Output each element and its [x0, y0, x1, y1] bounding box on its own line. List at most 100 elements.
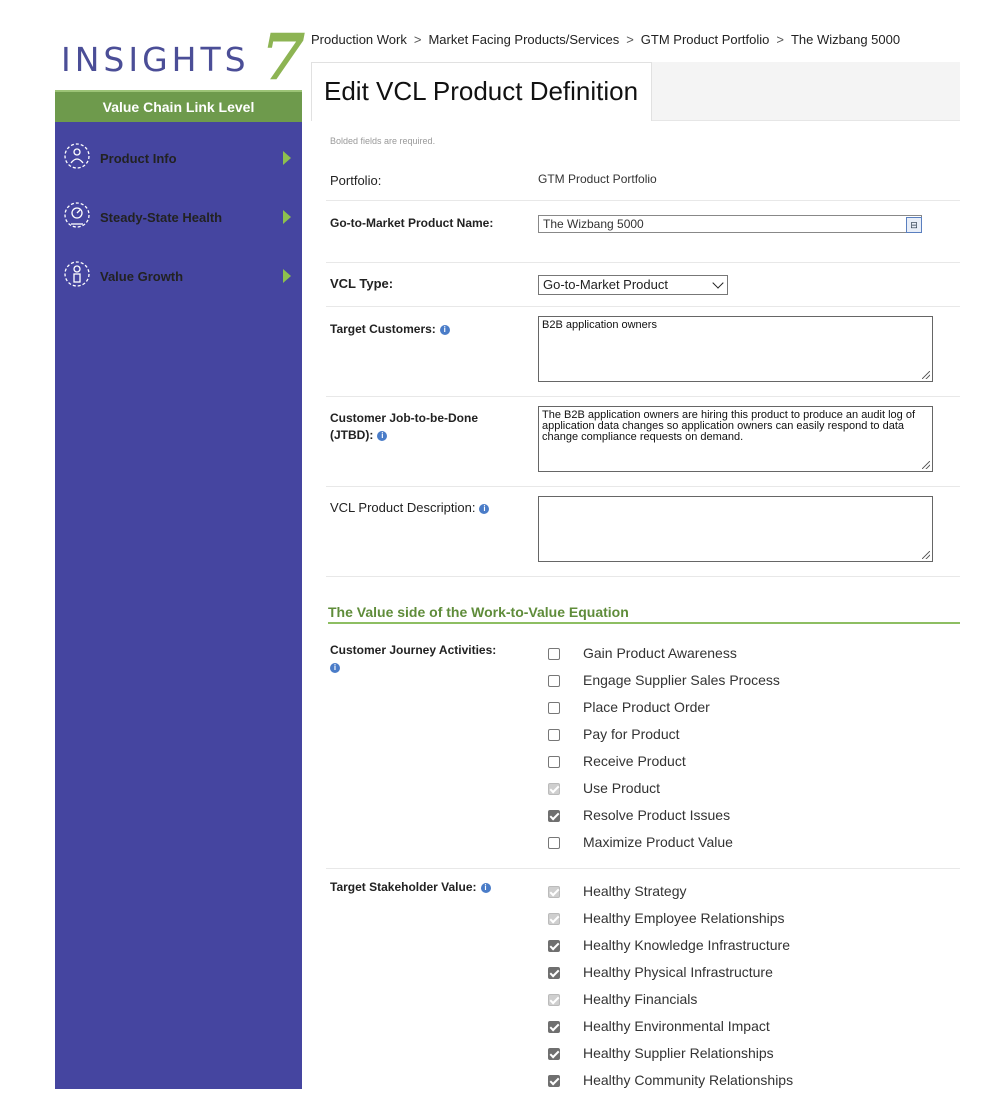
- checkbox[interactable]: [548, 810, 560, 822]
- stakeholder-label-wrap: Target Stakeholder Value: i: [330, 880, 491, 894]
- portfolio-value: GTM Product Portfolio: [538, 172, 657, 186]
- jtbd-label: Customer Job-to-be-Done (JTBD):: [330, 411, 478, 442]
- checkbox[interactable]: [548, 1021, 560, 1033]
- checkbox-label: Healthy Community Relationships: [583, 1072, 794, 1088]
- info-icon[interactable]: i: [377, 430, 388, 441]
- jtbd-label-wrap: Customer Job-to-be-Done (JTBD): i: [330, 410, 510, 444]
- level-label: Value Chain Link Level: [55, 90, 302, 122]
- portfolio-label: Portfolio:: [330, 173, 382, 188]
- gtm-name-label: Go-to-Market Product Name:: [330, 216, 494, 230]
- stakeholder-row: Target Stakeholder Value: i Healthy Strat…: [326, 868, 960, 1098]
- value-section-title: The Value side of the Work-to-Value Equa…: [328, 604, 960, 624]
- target-customers-label: Target Customers:: [330, 322, 436, 336]
- vcl-type-label: VCL Type:: [330, 276, 394, 291]
- resize-grip-icon[interactable]: [922, 551, 930, 559]
- checkbox-label: Healthy Supplier Relationships: [583, 1045, 774, 1061]
- resize-grip-icon[interactable]: [922, 461, 930, 469]
- checkbox[interactable]: [548, 967, 560, 979]
- checkbox[interactable]: [548, 648, 560, 660]
- checkbox-label: Healthy Strategy: [583, 883, 687, 899]
- vcl-type-select[interactable]: Go-to-Market Product: [538, 275, 728, 295]
- target-customers-label-wrap: Target Customers: i: [330, 321, 450, 336]
- tab-edit-definition[interactable]: Edit VCL Product Definition: [311, 62, 652, 121]
- description-textarea[interactable]: [538, 496, 933, 562]
- gear-person-icon: [64, 143, 90, 169]
- checkbox: [548, 913, 560, 925]
- checkbox[interactable]: [548, 675, 560, 687]
- journey-label: Customer Journey Activities:: [330, 643, 497, 657]
- tab-strip: Edit VCL Product Definition: [311, 62, 960, 121]
- breadcrumb-separator: >: [776, 32, 784, 47]
- checkbox-label: Pay for Product: [583, 726, 680, 742]
- chevron-down-icon: [712, 277, 724, 289]
- checkbox-label: Healthy Employee Relationships: [583, 910, 785, 926]
- checkbox-label: Engage Supplier Sales Process: [583, 672, 780, 688]
- required-note: Bolded fields are required.: [330, 136, 436, 146]
- sidebar-item-product-info[interactable]: Product Info: [55, 138, 302, 178]
- resize-grip-icon[interactable]: [922, 371, 930, 379]
- jtbd-row: Customer Job-to-be-Done (JTBD): i The B2B…: [326, 396, 960, 487]
- checkbox[interactable]: [548, 1048, 560, 1060]
- checkbox-label: Gain Product Awareness: [583, 645, 737, 661]
- checkbox-label: Place Product Order: [583, 699, 710, 715]
- info-icon[interactable]: i: [330, 662, 340, 673]
- breadcrumb: Production Work > Market Facing Products/S…: [311, 32, 960, 47]
- breadcrumb-item-market-facing[interactable]: Market Facing Products/Services: [428, 32, 619, 47]
- breadcrumb-item-product[interactable]: The Wizbang 5000: [791, 32, 900, 47]
- sidebar-item-value-growth[interactable]: Value Growth: [55, 256, 302, 296]
- chevron-right-icon: [283, 151, 291, 165]
- growth-person-icon: [64, 261, 90, 287]
- journey-label-wrap: Customer Journey Activities: i: [330, 642, 530, 676]
- description-row: VCL Product Description: i: [326, 486, 960, 577]
- info-icon[interactable]: i: [480, 882, 491, 893]
- checkbox-label: Healthy Knowledge Infrastructure: [583, 937, 790, 953]
- vcl-type-row: VCL Type: Go-to-Market Product: [326, 262, 960, 307]
- checkbox-label: Healthy Physical Infrastructure: [583, 964, 773, 980]
- checkbox[interactable]: [548, 940, 560, 952]
- checkbox-label: Resolve Product Issues: [583, 807, 731, 823]
- logo-text: INSIGHTS: [61, 40, 250, 79]
- sidebar-item-label: Steady-State Health: [100, 210, 223, 225]
- checkbox[interactable]: [548, 756, 560, 768]
- app-logo[interactable]: INSIGHTS 7: [55, 20, 306, 95]
- breadcrumb-item-gtm-portfolio[interactable]: GTM Product Portfolio: [641, 32, 770, 47]
- description-label-wrap: VCL Product Description: i: [330, 500, 490, 515]
- sidebar: INSIGHTS 7 Value Chain Link Level Produc…: [55, 20, 306, 1089]
- checkbox: [548, 783, 560, 795]
- sidebar-nav: Product Info Steady-State Health Value G…: [55, 122, 302, 1089]
- breadcrumb-separator: >: [413, 32, 422, 47]
- portfolio-row: Portfolio: GTM Product Portfolio: [326, 158, 960, 201]
- sidebar-item-steady-state-health[interactable]: Steady-State Health: [55, 197, 302, 237]
- checkbox: [548, 886, 560, 898]
- info-icon[interactable]: i: [479, 503, 490, 514]
- sidebar-item-label: Product Info: [100, 151, 177, 166]
- page-title: Edit VCL Product Definition: [324, 76, 639, 106]
- checkbox[interactable]: [548, 837, 560, 849]
- checkbox-label: Healthy Environmental Impact: [583, 1018, 770, 1034]
- description-label: VCL Product Description:: [330, 500, 476, 515]
- input-action-icon[interactable]: ⊟: [906, 217, 922, 233]
- jtbd-textarea[interactable]: The B2B application owners are hiring th…: [538, 406, 933, 472]
- gtm-name-input[interactable]: [538, 215, 922, 233]
- vcl-type-selected: Go-to-Market Product: [543, 277, 668, 292]
- checkbox-label: Receive Product: [583, 753, 686, 769]
- target-customers-row: Target Customers: i B2B application owner…: [326, 306, 960, 397]
- checkbox: [548, 994, 560, 1006]
- checkbox-label: Use Product: [583, 780, 661, 796]
- journey-row: Customer Journey Activities: i Gain Produ…: [326, 632, 960, 869]
- breadcrumb-separator: >: [626, 32, 634, 47]
- logo-numeral: 7: [261, 20, 306, 95]
- checkbox[interactable]: [548, 1075, 560, 1087]
- breadcrumb-item-production-work[interactable]: Production Work: [311, 32, 407, 47]
- stakeholder-label: Target Stakeholder Value:: [330, 880, 477, 894]
- gauge-person-icon: [64, 202, 90, 228]
- checkbox-label: Healthy Financials: [583, 991, 698, 1007]
- info-icon[interactable]: i: [439, 324, 450, 335]
- sidebar-item-label: Value Growth: [100, 269, 184, 284]
- chevron-right-icon: [283, 269, 291, 283]
- chevron-right-icon: [283, 210, 291, 224]
- checkbox[interactable]: [548, 729, 560, 741]
- checkbox[interactable]: [548, 702, 560, 714]
- target-customers-textarea[interactable]: B2B application owners: [538, 316, 933, 382]
- checkbox-label: Maximize Product Value: [583, 834, 733, 850]
